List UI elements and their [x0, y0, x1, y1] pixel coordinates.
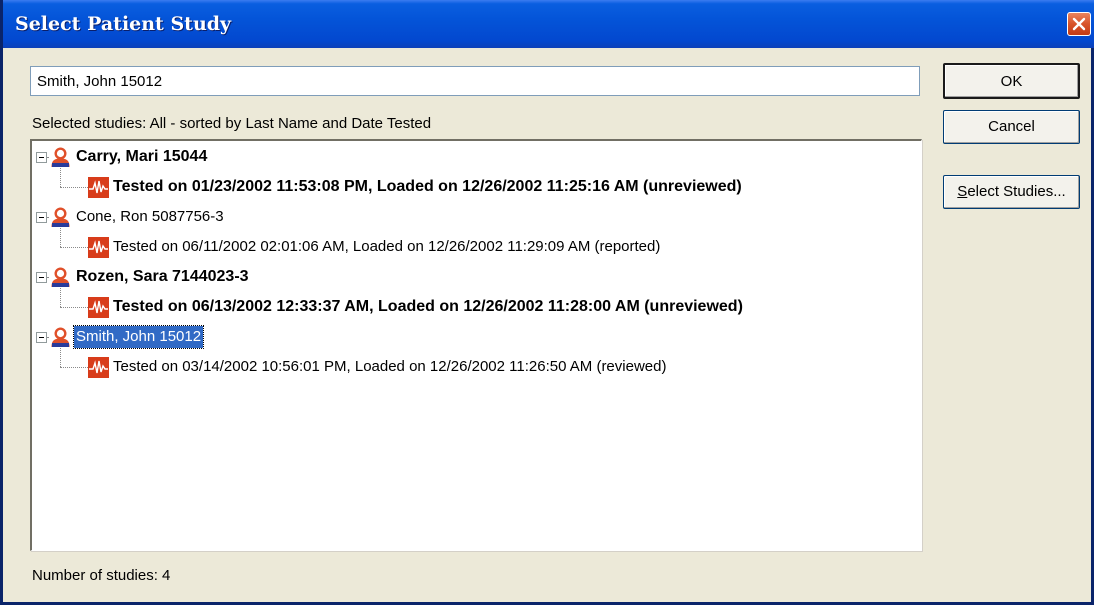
- patient-search-input[interactable]: [30, 66, 920, 96]
- tree-connector: [60, 187, 88, 188]
- waveform-icon: [88, 297, 109, 318]
- study-node[interactable]: Tested on 06/13/2002 12:33:37 AM, Loaded…: [111, 296, 745, 318]
- waveform-icon: [88, 237, 109, 258]
- selected-studies-label: Selected studies: All - sorted by Last N…: [32, 115, 432, 132]
- waveform-icon: [88, 357, 109, 378]
- study-tree[interactable]: Carry, Mari 15044 Tested on 01/23/2002 11…: [30, 139, 922, 551]
- tree-connector: [60, 307, 88, 308]
- title-bar[interactable]: Select Patient Study: [3, 0, 1094, 48]
- patient-icon: [50, 207, 71, 228]
- patient-node[interactable]: Smith, John 15012: [72, 325, 205, 349]
- window-title: Select Patient Study: [15, 13, 232, 35]
- tree-connector: [60, 247, 88, 248]
- study-count-label: Number of studies: 4: [32, 567, 171, 584]
- select-studies-accel: S: [957, 183, 968, 200]
- close-button[interactable]: [1067, 12, 1091, 36]
- close-icon: [1072, 17, 1086, 31]
- tree-connector: [60, 168, 61, 187]
- tree-expander[interactable]: [36, 212, 47, 223]
- tree-expander[interactable]: [36, 272, 47, 283]
- tree-connector: [60, 288, 61, 307]
- dialog-window: Select Patient Study Selected studies: A…: [0, 0, 1094, 605]
- waveform-icon: [88, 177, 109, 198]
- patient-node[interactable]: Carry, Mari 15044: [74, 146, 209, 168]
- patient-node[interactable]: Rozen, Sara 7144023-3: [74, 266, 251, 288]
- patient-icon: [50, 147, 71, 168]
- study-node[interactable]: Tested on 06/11/2002 02:01:06 AM, Loaded…: [111, 236, 662, 258]
- tree-connector: [60, 348, 61, 367]
- tree-expander[interactable]: [36, 152, 47, 163]
- patient-icon: [50, 327, 71, 348]
- tree-connector: [60, 228, 61, 247]
- tree-expander[interactable]: [36, 332, 47, 343]
- ok-button[interactable]: OK: [943, 63, 1080, 99]
- study-node[interactable]: Tested on 01/23/2002 11:53:08 PM, Loaded…: [111, 176, 744, 198]
- patient-node[interactable]: Cone, Ron 5087756-3: [74, 206, 226, 228]
- cancel-button[interactable]: Cancel: [943, 110, 1080, 144]
- select-studies-button[interactable]: Select Studies...: [943, 175, 1080, 209]
- study-node[interactable]: Tested on 03/14/2002 10:56:01 PM, Loaded…: [111, 356, 668, 378]
- patient-icon: [50, 267, 71, 288]
- tree-connector: [60, 367, 88, 368]
- select-studies-label: elect Studies...: [967, 183, 1066, 200]
